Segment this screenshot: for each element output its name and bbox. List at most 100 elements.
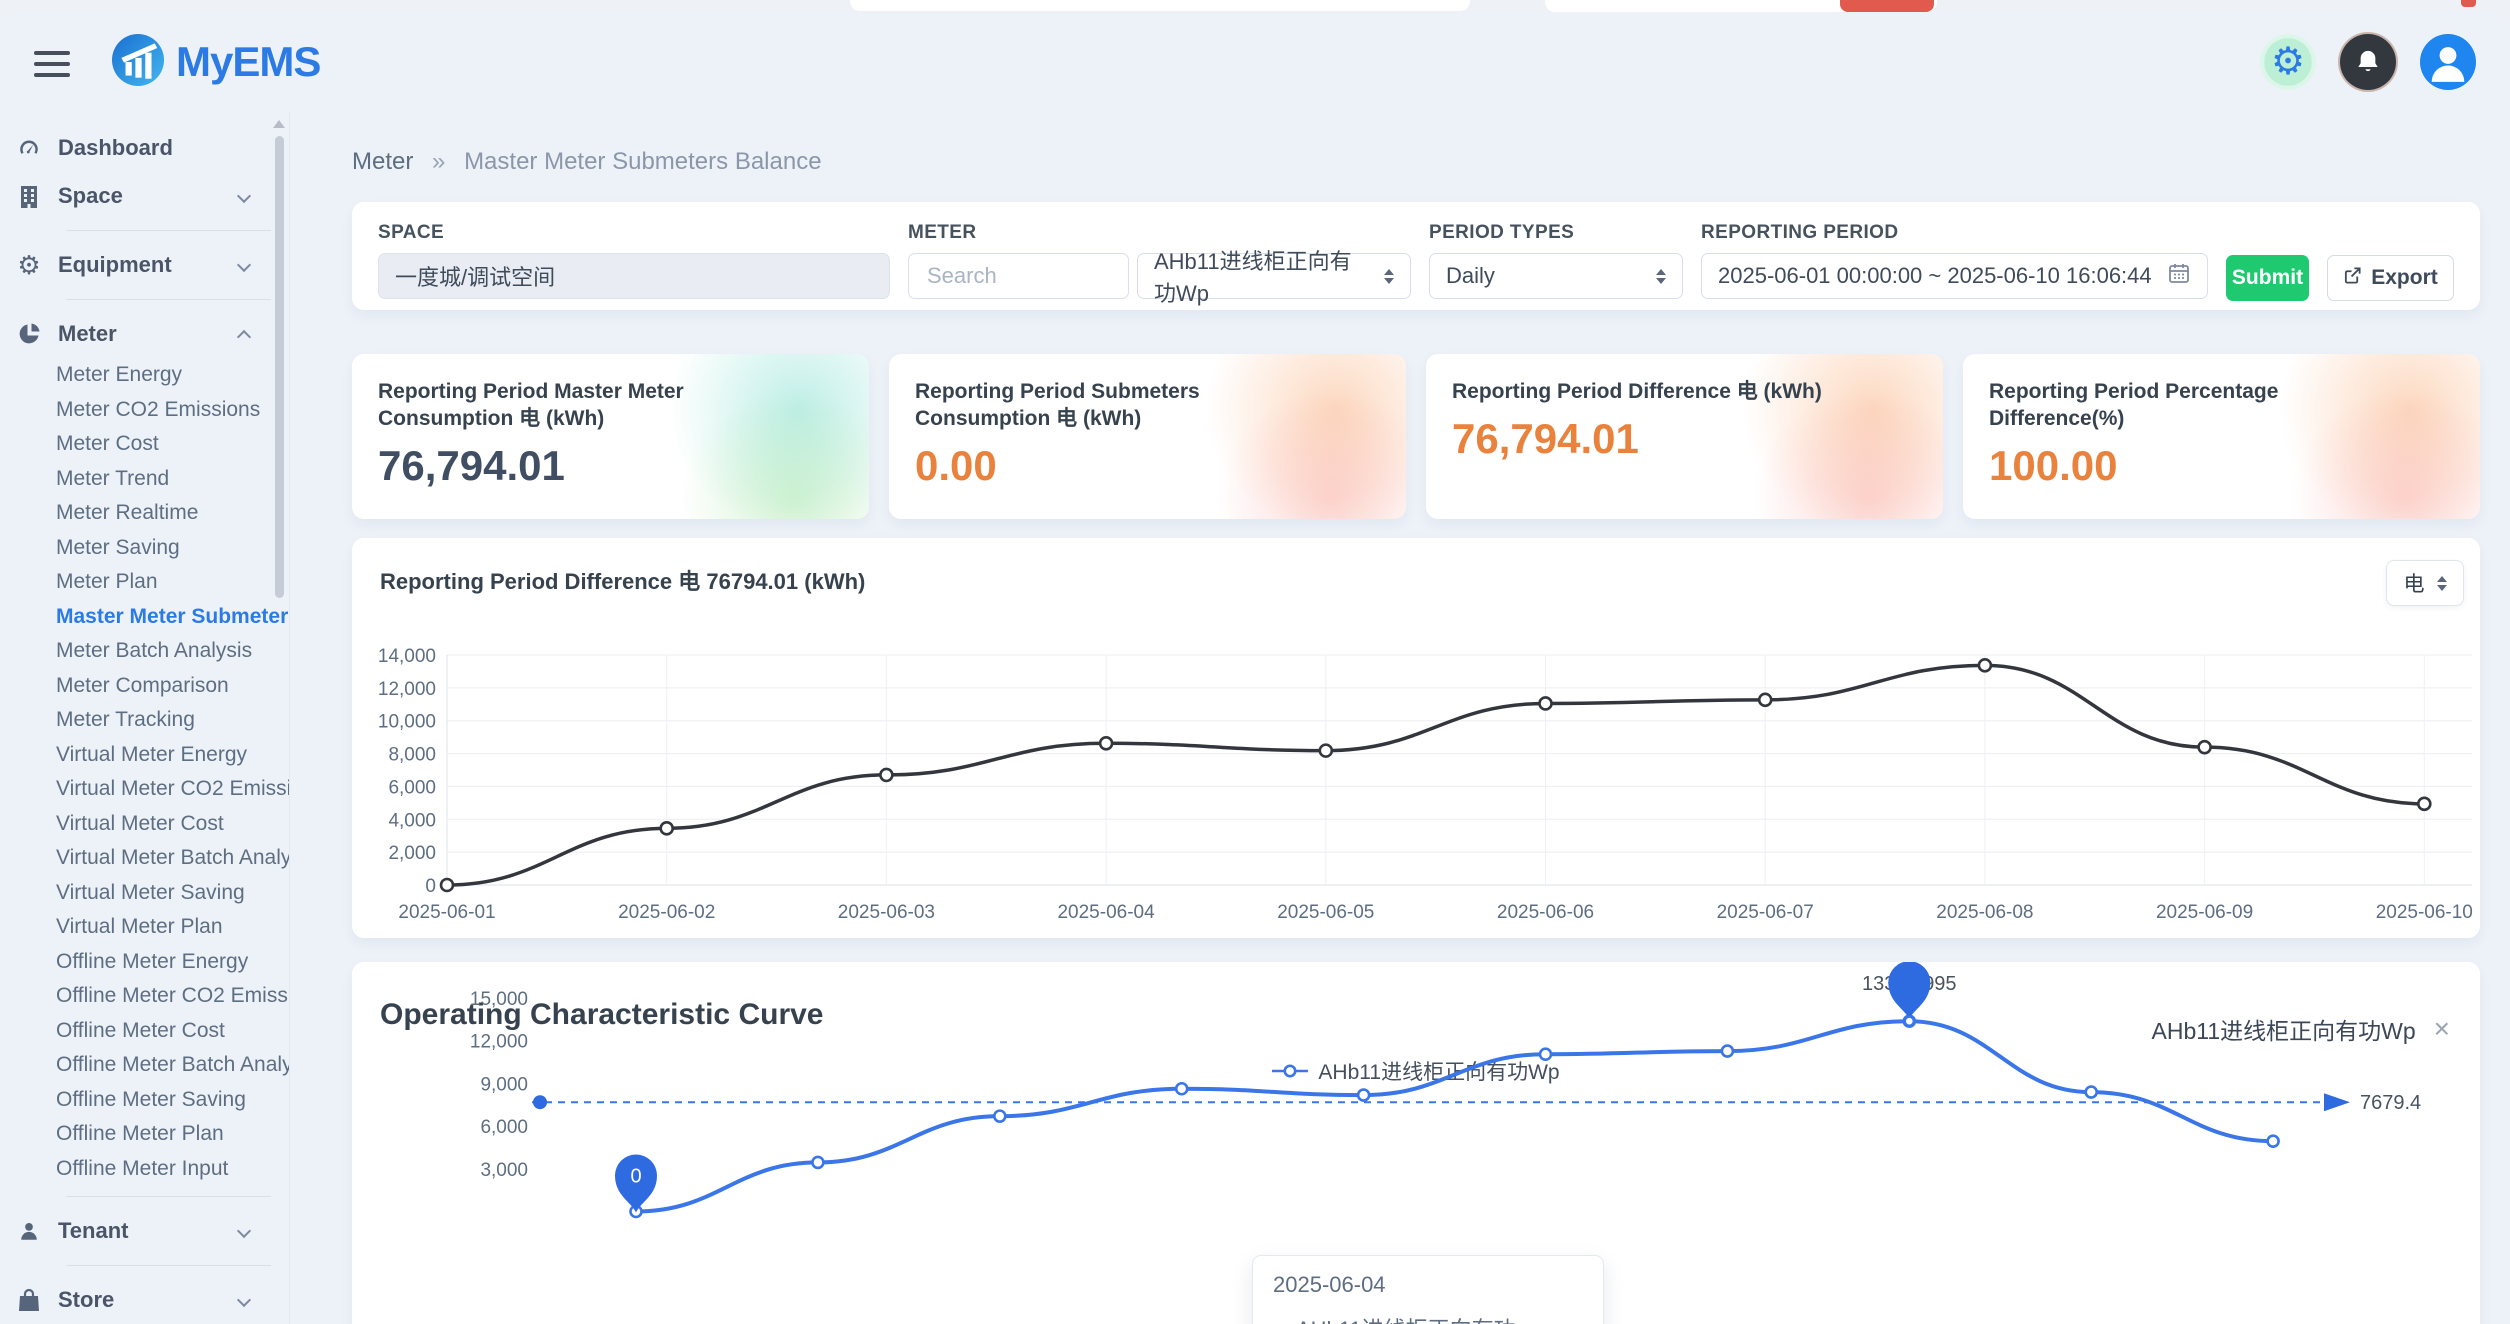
meter-submenu: Meter Energy Meter CO2 Emissions Meter C…: [0, 358, 289, 1186]
svg-text:2025-06-04: 2025-06-04: [1057, 902, 1155, 923]
sidebar-subitem[interactable]: Offline Meter Energy: [0, 945, 289, 980]
notifications-bell-icon[interactable]: [2340, 34, 2396, 90]
sidebar-item-meter[interactable]: Meter: [0, 310, 289, 358]
chevron-up-icon: [237, 330, 251, 344]
meter-selected-value: AHb11进线柜正向有功Wp: [1154, 244, 1372, 308]
breadcrumb: Meter » Master Meter Submeters Balance: [352, 148, 2480, 176]
svg-text:14,000: 14,000: [378, 646, 436, 667]
scrollbar-up-arrow[interactable]: [273, 120, 285, 128]
sidebar-scrollbar[interactable]: [273, 120, 285, 598]
pie-chart-icon: [16, 321, 42, 347]
top-navbar: MyEMS ⚙: [0, 12, 2510, 112]
reporting-period-value: 2025-06-01 00:00:00 ~ 2025-06-10 16:06:4…: [1718, 263, 2152, 289]
stat-title: Reporting Period Difference 电 (kWh): [1452, 378, 1872, 405]
svg-text:12,000: 12,000: [378, 679, 436, 700]
sidebar-item-label: Equipment: [58, 252, 172, 278]
export-label: Export: [2371, 266, 2438, 290]
gear-icon: ⚙: [16, 252, 42, 278]
scrollbar-thumb[interactable]: [275, 136, 284, 598]
reporting-period-filter: REPORTING PERIOD 2025-06-01 00:00:00 ~ 2…: [1701, 222, 2208, 299]
period-type-select[interactable]: Daily: [1429, 253, 1683, 299]
main-content: Meter » Master Meter Submeters Balance S…: [290, 112, 2510, 1324]
chevron-down-icon: [237, 1293, 251, 1307]
sidebar-item-dashboard[interactable]: Dashboard: [0, 124, 289, 172]
stat-card-master-consumption: Reporting Period Master Meter Consumptio…: [352, 354, 869, 519]
top-artifact-red: [1840, 0, 1934, 12]
reporting-period-label: REPORTING PERIOD: [1701, 222, 2208, 244]
meter-filter: METER AHb11进线柜正向有功Wp: [908, 222, 1411, 299]
breadcrumb-separator: »: [432, 148, 445, 175]
stat-title: Reporting Period Submeters Consumption 电…: [915, 378, 1335, 432]
tooltip-series-name: AHb11进线柜正向有功Wp: [1296, 1312, 1523, 1324]
submit-button[interactable]: Submit: [2226, 255, 2309, 301]
difference-chart-card: Reporting Period Difference 电 76794.01 (…: [352, 538, 2480, 938]
period-type-value: Daily: [1446, 263, 1495, 289]
meter-select[interactable]: AHb11进线柜正向有功Wp: [1137, 253, 1411, 299]
svg-text:7679.4: 7679.4: [2360, 1092, 2421, 1114]
divider: [66, 1265, 271, 1266]
sidebar-subitem[interactable]: Offline Meter Cost: [0, 1014, 289, 1049]
export-icon: [2343, 266, 2362, 291]
svg-text:4,000: 4,000: [388, 810, 436, 831]
sidebar-subitem[interactable]: Meter Batch Analysis: [0, 634, 289, 669]
meter-label: METER: [908, 222, 1411, 244]
sidebar-subitem[interactable]: Meter CO2 Emissions: [0, 393, 289, 428]
sidebar-subitem[interactable]: Virtual Meter Plan: [0, 910, 289, 945]
space-input[interactable]: 一度城/调试空间: [378, 253, 890, 299]
chart-tooltip: 2025-06-04 AHb11进线柜正向有功Wp 8,625: [1252, 1255, 1604, 1324]
sidebar-subitem[interactable]: Virtual Meter Cost: [0, 807, 289, 842]
sidebar-item-space[interactable]: Space: [0, 172, 289, 220]
energy-type-select[interactable]: 电: [2386, 560, 2464, 606]
stat-value: 76,794.01: [378, 442, 843, 490]
sidebar-subitem[interactable]: Meter Tracking: [0, 703, 289, 738]
sidebar-item-equipment[interactable]: ⚙ Equipment: [0, 241, 289, 289]
sidebar-item-tenant[interactable]: Tenant: [0, 1207, 289, 1255]
sidebar-subitem[interactable]: Virtual Meter Energy: [0, 738, 289, 773]
sidebar-subitem[interactable]: Meter Cost: [0, 427, 289, 462]
sidebar-subitem[interactable]: Offline Meter Plan: [0, 1117, 289, 1152]
svg-text:0: 0: [425, 876, 436, 897]
svg-text:6,000: 6,000: [480, 1117, 528, 1138]
sidebar-subitem[interactable]: Virtual Meter Saving: [0, 876, 289, 911]
menu-toggle-button[interactable]: [34, 51, 70, 77]
difference-line-chart[interactable]: 02,0004,0006,0008,00010,00012,00014,0002…: [352, 538, 2480, 938]
sidebar-subitem[interactable]: Offline Meter Batch Analysis: [0, 1048, 289, 1083]
calendar-icon: [2167, 261, 2191, 291]
sidebar-subitem[interactable]: Offline Meter Input: [0, 1152, 289, 1187]
brand-logo[interactable]: MyEMS: [112, 34, 320, 91]
breadcrumb-current: Master Meter Submeters Balance: [464, 148, 821, 175]
stat-title: Reporting Period Master Meter Consumptio…: [378, 378, 798, 432]
sidebar-subitem[interactable]: Meter Saving: [0, 531, 289, 566]
user-avatar[interactable]: [2420, 34, 2476, 90]
sidebar-item-store[interactable]: Store: [0, 1276, 289, 1324]
select-arrows-icon: [1656, 269, 1666, 284]
svg-text:2025-06-09: 2025-06-09: [2156, 902, 2253, 923]
reporting-period-input[interactable]: 2025-06-01 00:00:00 ~ 2025-06-10 16:06:4…: [1701, 253, 2208, 299]
sidebar-subitem[interactable]: Virtual Meter CO2 Emissions: [0, 772, 289, 807]
space-label: SPACE: [378, 222, 890, 244]
space-value: 一度城/调试空间: [395, 260, 555, 292]
sidebar-subitem[interactable]: Meter Comparison: [0, 669, 289, 704]
stat-cards-row: Reporting Period Master Meter Consumptio…: [352, 354, 2480, 519]
sidebar-subitem[interactable]: Virtual Meter Batch Analysis: [0, 841, 289, 876]
svg-text:12,000: 12,000: [470, 1032, 528, 1053]
sidebar-subitem[interactable]: Meter Trend: [0, 462, 289, 497]
settings-gear-icon[interactable]: ⚙: [2260, 34, 2316, 90]
tooltip-date: 2025-06-04: [1273, 1272, 1583, 1298]
sidebar-subitem[interactable]: Offline Meter CO2 Emissions: [0, 979, 289, 1014]
svg-text:2,000: 2,000: [388, 843, 436, 864]
svg-text:9,000: 9,000: [480, 1074, 528, 1095]
breadcrumb-parent[interactable]: Meter: [352, 148, 413, 175]
svg-text:2025-06-01: 2025-06-01: [398, 902, 495, 923]
sidebar-subitem[interactable]: Meter Realtime: [0, 496, 289, 531]
meter-search-input[interactable]: [925, 262, 1112, 290]
svg-text:6,000: 6,000: [388, 777, 436, 798]
sidebar-subitem-active[interactable]: Master Meter Submeters Balance: [0, 600, 289, 635]
sidebar-subitem[interactable]: Offline Meter Saving: [0, 1083, 289, 1118]
export-button[interactable]: Export: [2327, 255, 2454, 301]
top-artifact: [850, 0, 1470, 11]
sidebar-subitem[interactable]: Meter Energy: [0, 358, 289, 393]
sidebar-subitem[interactable]: Meter Plan: [0, 565, 289, 600]
divider: [66, 299, 271, 300]
sidebar-item-label: Store: [58, 1287, 114, 1313]
